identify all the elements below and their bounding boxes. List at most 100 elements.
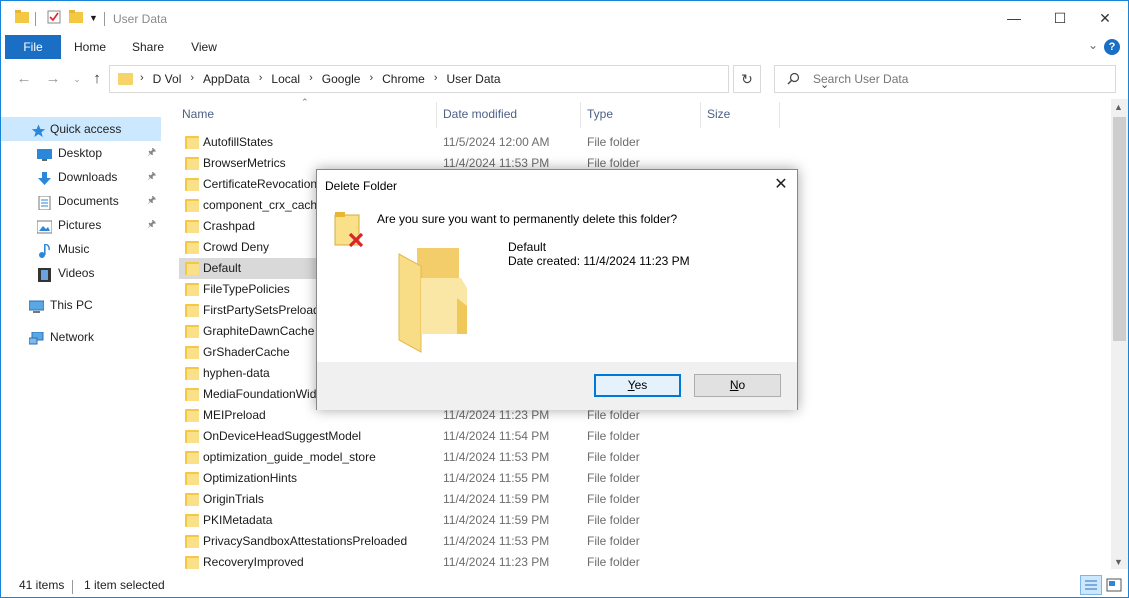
row-name: optimization_guide_model_store — [203, 450, 376, 464]
row-name: FirstPartySetsPreloade — [203, 303, 327, 317]
nav-item-quick-access[interactable]: Quick access — [1, 117, 161, 141]
nav-item-pictures[interactable]: Pictures 🖈 — [1, 213, 161, 237]
column-header-date[interactable]: Date modified — [443, 102, 517, 126]
chevron-right-icon[interactable]: › — [190, 72, 194, 86]
up-arrow-icon[interactable]: ↑ — [87, 69, 107, 89]
breadcrumb-item[interactable]: Chrome — [382, 72, 425, 86]
column-header-type[interactable]: Type — [587, 102, 613, 126]
nav-item-desktop[interactable]: Desktop 🖈 — [1, 141, 161, 165]
row-name: component_crx_cach — [203, 198, 318, 212]
folder-icon — [185, 283, 199, 296]
pin-icon[interactable]: 🖈 — [147, 213, 156, 237]
table-row[interactable]: optimization_guide_model_store 11/4/2024 … — [179, 447, 779, 468]
minimize-button[interactable]: — — [991, 1, 1037, 35]
pin-icon[interactable]: 🖈 — [147, 189, 156, 213]
back-arrow-icon[interactable]: ← — [14, 69, 34, 89]
column-header-size[interactable]: Size — [707, 102, 730, 126]
row-type: File folder — [587, 156, 640, 170]
new-folder-icon[interactable] — [69, 10, 83, 27]
breadcrumb-item[interactable]: Google — [322, 72, 361, 86]
nav-item-network[interactable]: Network — [1, 325, 161, 349]
window-title: User Data — [113, 12, 168, 26]
address-bar[interactable]: › D Vol › AppData › Local › Google › Chr… — [109, 65, 829, 93]
folder-icon — [185, 304, 199, 317]
close-button[interactable]: ✕ — [1082, 1, 1128, 35]
pin-icon[interactable]: 🖈 — [147, 165, 156, 189]
column-divider[interactable] — [700, 102, 701, 128]
breadcrumb-item[interactable]: D Vol — [153, 72, 182, 86]
nav-item-label: Quick access — [50, 122, 122, 136]
table-row[interactable]: PKIMetadata 11/4/2024 11:59 PM File folder — [179, 510, 779, 531]
title-separator — [35, 12, 36, 26]
delete-folder-icon — [334, 212, 368, 251]
tab-home[interactable]: Home — [67, 35, 113, 59]
nav-item-documents[interactable]: Documents 🖈 — [1, 189, 161, 213]
folder-icon — [185, 325, 199, 338]
tab-share[interactable]: Share — [125, 35, 171, 59]
chevron-right-icon[interactable]: › — [309, 72, 313, 86]
row-name: FileTypePolicies — [203, 282, 290, 296]
details-view-icon[interactable] — [1080, 575, 1102, 595]
sort-ascending-icon: ⌃ — [301, 97, 309, 107]
customize-qa-icon[interactable]: ▼ — [89, 13, 98, 23]
dialog-close-button[interactable]: ✕ — [765, 170, 797, 200]
title-bar: ▼ User Data — ☐ ✕ — [1, 1, 1128, 35]
nav-item-this-pc[interactable]: This PC — [1, 293, 161, 317]
table-row[interactable]: OriginTrials 11/4/2024 11:59 PM File folde… — [179, 489, 779, 510]
folder-icon — [185, 136, 199, 149]
column-header-name[interactable]: Name — [182, 102, 214, 126]
forward-arrow-icon[interactable]: → — [43, 69, 63, 89]
chevron-right-icon[interactable]: › — [369, 72, 373, 86]
scrollbar-thumb[interactable] — [1113, 117, 1126, 341]
properties-icon[interactable] — [47, 10, 61, 27]
chevron-right-icon: › — [140, 72, 144, 84]
column-divider[interactable] — [580, 102, 581, 128]
row-type: File folder — [587, 429, 640, 443]
expand-ribbon-icon[interactable]: ⌄ — [1088, 38, 1098, 52]
column-divider[interactable] — [436, 102, 437, 128]
folder-icon — [185, 451, 199, 464]
nav-item-downloads[interactable]: Downloads 🖈 — [1, 165, 161, 189]
row-date-modified: 11/4/2024 11:23 PM — [443, 408, 550, 422]
no-button[interactable]: No — [694, 374, 781, 397]
row-name: OnDeviceHeadSuggestModel — [203, 429, 362, 443]
table-row[interactable]: AutofillStates 11/5/2024 12:00 AM File fol… — [179, 132, 779, 153]
help-icon[interactable]: ? — [1104, 39, 1120, 55]
search-box[interactable] — [774, 65, 1116, 93]
row-date-modified: 11/4/2024 11:54 PM — [443, 429, 550, 443]
vertical-scrollbar[interactable]: ▲ ▼ — [1111, 99, 1128, 569]
maximize-button[interactable]: ☐ — [1037, 1, 1083, 35]
nav-item-videos[interactable]: Videos — [1, 261, 161, 285]
row-name: PrivacySandboxAttestationsPreloaded — [203, 534, 408, 548]
chevron-right-icon[interactable]: › — [259, 72, 263, 86]
table-row[interactable]: Default — [179, 258, 319, 279]
nav-item-label: Music — [58, 242, 90, 256]
table-row[interactable]: OptimizationHints 11/4/2024 11:55 PM File … — [179, 468, 779, 489]
status-bar: 41 items 1 item selected — [1, 573, 1128, 597]
download-icon — [37, 170, 52, 185]
dialog-question: Are you sure you want to permanently del… — [377, 212, 678, 226]
row-type: File folder — [587, 408, 640, 422]
recent-locations-icon[interactable]: ⌄ — [67, 69, 87, 89]
breadcrumb-item[interactable]: Local — [271, 72, 300, 86]
breadcrumb-item[interactable]: AppData — [203, 72, 250, 86]
yes-button[interactable]: Yes — [594, 374, 681, 397]
large-icons-view-icon[interactable] — [1103, 575, 1125, 595]
scroll-down-icon[interactable]: ▼ — [1114, 557, 1123, 567]
tab-view[interactable]: View — [183, 35, 225, 59]
breadcrumb-item[interactable]: User Data — [447, 72, 501, 86]
search-input[interactable] — [813, 72, 1103, 86]
table-row[interactable]: PrivacySandboxAttestationsPreloaded 11/4/… — [179, 531, 779, 552]
row-date-modified: 11/4/2024 11:59 PM — [443, 513, 550, 527]
table-row[interactable]: OnDeviceHeadSuggestModel 11/4/2024 11:54 … — [179, 426, 779, 447]
folder-icon — [118, 73, 133, 85]
chevron-right-icon[interactable]: › — [434, 72, 438, 86]
table-row[interactable]: RecoveryImproved 11/4/2024 11:23 PM File f… — [179, 552, 779, 573]
refresh-button[interactable]: ↻ — [733, 65, 761, 93]
column-divider[interactable] — [779, 102, 780, 128]
scroll-up-icon[interactable]: ▲ — [1114, 102, 1123, 112]
tab-file[interactable]: File — [5, 35, 61, 59]
nav-item-music[interactable]: Music — [1, 237, 161, 261]
row-name: Default — [203, 261, 242, 275]
pin-icon[interactable]: 🖈 — [147, 141, 156, 165]
